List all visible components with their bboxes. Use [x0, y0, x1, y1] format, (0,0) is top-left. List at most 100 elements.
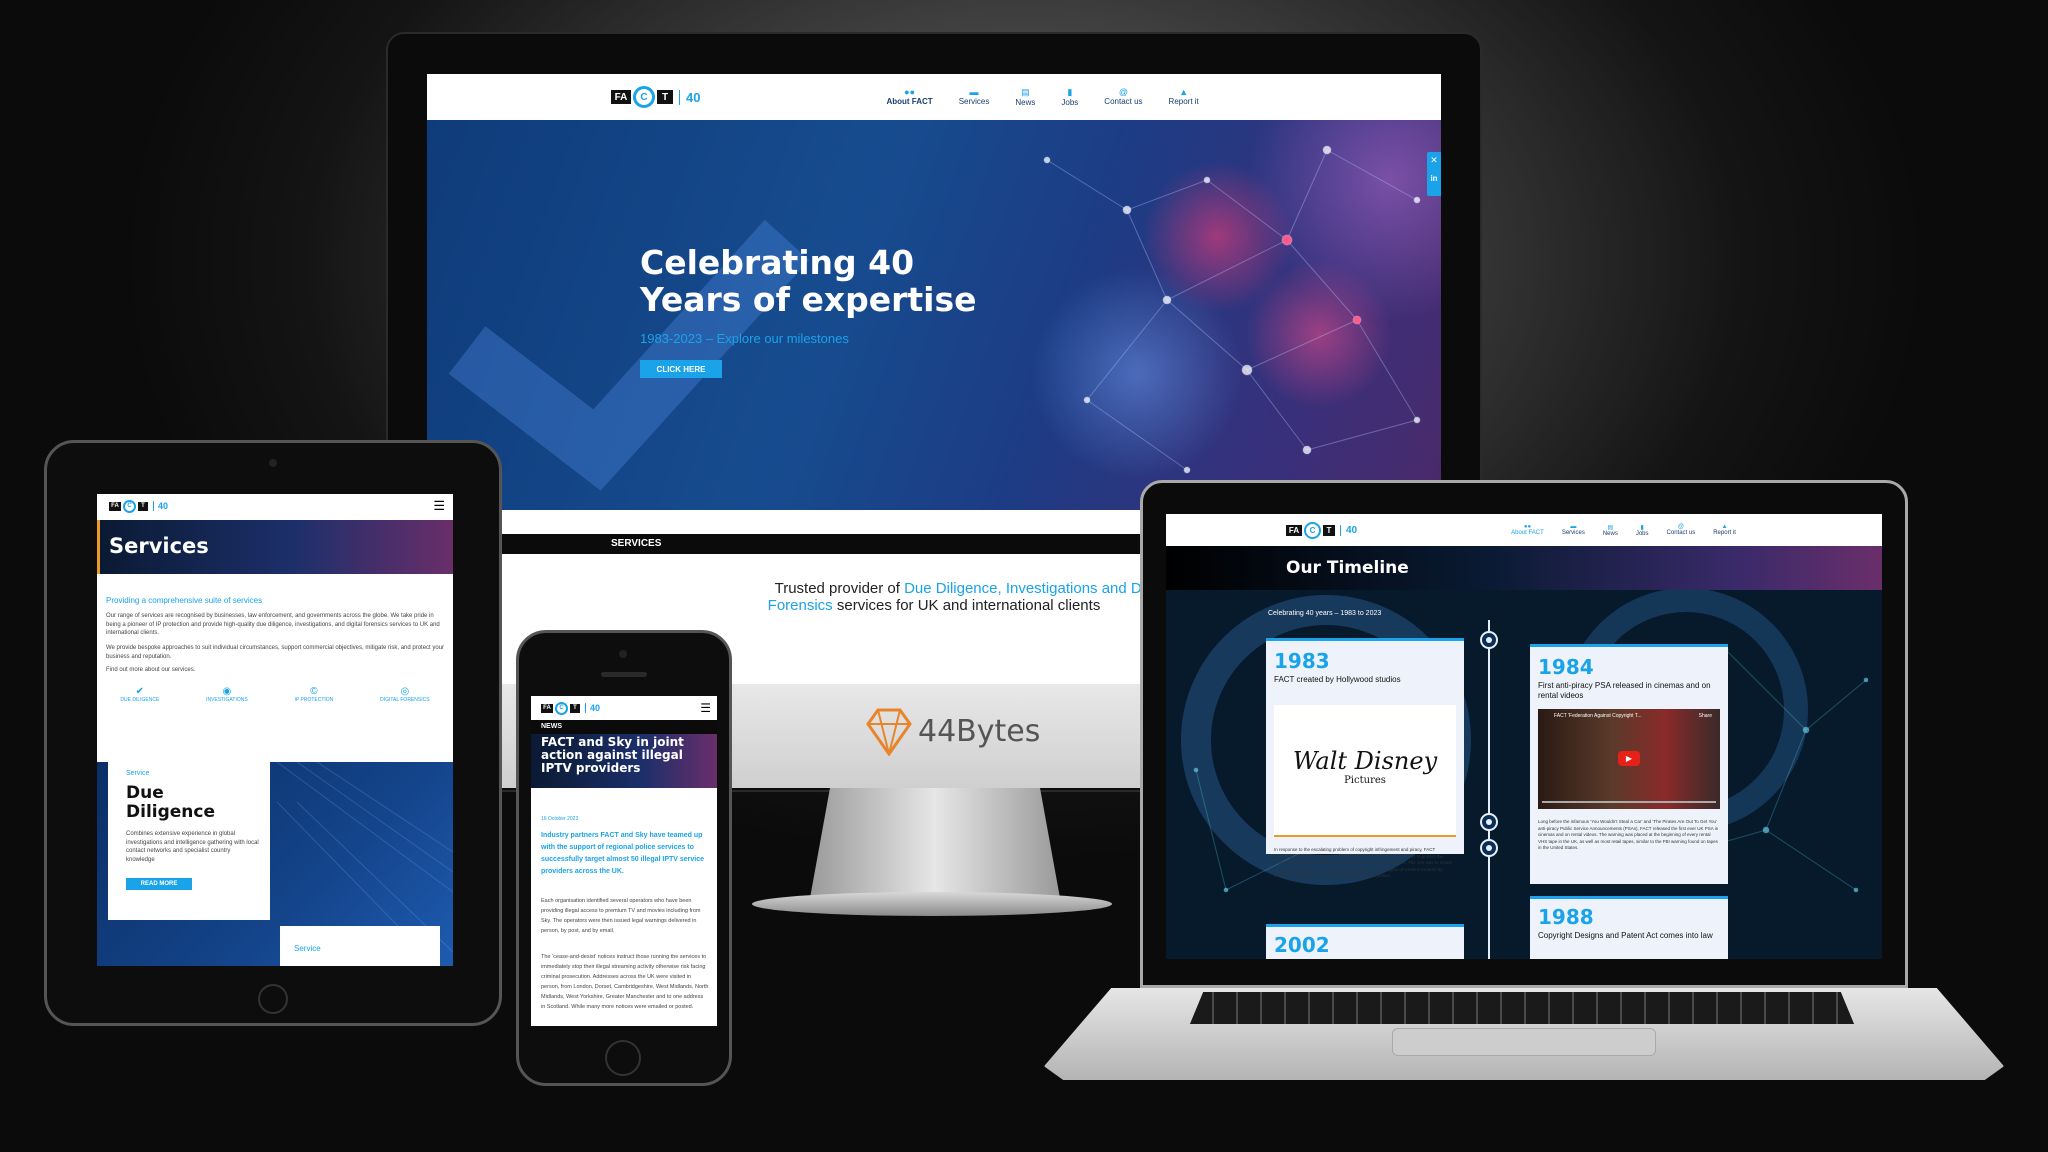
- laptop-screen: FA C T 40 ●● About FACT ▬ Services ▤ News ▮…: [1166, 514, 1882, 959]
- tablet-p1: Our range of services are recognised by …: [106, 613, 440, 637]
- second-service-card: Service: [280, 926, 440, 966]
- news-icon: ▤: [1021, 87, 1030, 97]
- phone-home-button[interactable]: [605, 1040, 641, 1076]
- laptop-nav-menu: ●● About FACT ▬ Services ▤ News ▮ Jobs @ Cont…: [1511, 524, 1736, 537]
- news-date: 16 October 2023: [541, 816, 579, 822]
- nav-contact[interactable]: @ Contact us: [1667, 524, 1696, 537]
- folder-icon: ▬: [969, 87, 979, 97]
- brand-name: 44Bytes: [918, 713, 1041, 749]
- news-p2: The ‘cease-and-desist’ notices instruct …: [541, 954, 709, 1010]
- tablet-navbar: FA C T 40 ☰: [97, 494, 453, 518]
- desktop-navbar: FA C T 40 ●● About FACT ▬ Services ▤ News ▮…: [427, 74, 1441, 120]
- hero-click-button[interactable]: CLICK HERE: [640, 360, 722, 378]
- card-text: Combines extensive experience in global …: [126, 831, 259, 864]
- phone-news-header: NEWS FACT and Sky in joint action agains…: [531, 720, 717, 788]
- card-kicker: Service: [126, 770, 150, 777]
- laptop-keyboard: [1190, 992, 1854, 1024]
- logo-fa: FA: [611, 90, 631, 104]
- video-progress-bar[interactable]: [1542, 801, 1716, 803]
- due-diligence-card: Service Due Diligence Combines extensive…: [108, 746, 270, 920]
- nav-jobs[interactable]: ▮ Jobs: [1061, 87, 1078, 107]
- fact-logo[interactable]: FA C T 40: [541, 701, 600, 715]
- tablet-p3: Find out more about our services.: [106, 667, 196, 673]
- phone-screen: FA C T 40 ☰ NEWS FACT and Sky in joint a…: [531, 696, 717, 1026]
- nav-news[interactable]: ▤ News: [1603, 524, 1618, 537]
- nav-jobs[interactable]: ▮ Jobs: [1636, 524, 1649, 537]
- nav-about[interactable]: ●● About FACT: [886, 87, 932, 107]
- disney-logo-image: Walt Disney Pictures: [1274, 705, 1456, 837]
- youtube-play-icon[interactable]: ▶: [1618, 751, 1640, 766]
- jobs-icon: ▮: [1067, 87, 1073, 97]
- desktop-hero: ✕ in Celebrating 40 Years of expertise 1…: [427, 120, 1441, 510]
- hamburger-menu-icon[interactable]: ☰: [700, 701, 711, 715]
- nav-about[interactable]: ●● About FACT: [1511, 524, 1544, 537]
- nav-contact[interactable]: @ Contact us: [1104, 87, 1142, 107]
- service-due-diligence[interactable]: ✔ DUE DILIGENCE: [120, 686, 159, 703]
- service-digital-forensics[interactable]: ◎ DIGITAL FORENSICS: [380, 686, 429, 703]
- fact-logo[interactable]: FA C T 40: [109, 499, 168, 513]
- jobs-icon: ▮: [1640, 524, 1644, 531]
- desktop-nav-menu: ●● About FACT ▬ Services ▤ News ▮ Jobs @ Cont…: [886, 87, 1198, 107]
- warning-icon: ▲: [1179, 87, 1189, 97]
- service-investigations[interactable]: ◉ INVESTIGATIONS: [206, 686, 248, 703]
- brand-logo: 44Bytes: [866, 706, 1040, 756]
- service-ip-protection[interactable]: © IP PROTECTION: [294, 686, 333, 703]
- logo-t: T: [657, 90, 673, 104]
- timeline-card-1984: 1984 First anti-piracy PSA released in c…: [1530, 644, 1728, 884]
- laptop-navbar: FA C T 40 ●● About FACT ▬ Services ▤ News ▮…: [1166, 514, 1882, 546]
- nav-report[interactable]: ▲ Report it: [1169, 87, 1199, 107]
- news-lead: Industry partners FACT and Sky have team…: [541, 832, 705, 875]
- linkedin-icon[interactable]: in: [1427, 174, 1441, 183]
- tablet-home-button[interactable]: [258, 984, 288, 1014]
- read-more-button[interactable]: READ MORE: [126, 878, 192, 890]
- youtube-video-embed[interactable]: FACT 'Federation Against Copyright T... …: [1538, 709, 1720, 809]
- tablet-header-band: Services: [97, 520, 453, 574]
- news-headline: FACT and Sky in joint action against ill…: [541, 735, 684, 775]
- services-bar-label: SERVICES: [611, 538, 662, 549]
- hamburger-menu-icon[interactable]: ☰: [433, 498, 445, 514]
- twitter-x-icon[interactable]: ✕: [1427, 155, 1441, 166]
- check-icon: ✔: [135, 686, 145, 697]
- laptop-trackpad[interactable]: [1392, 1028, 1656, 1056]
- people-icon: ●●: [904, 87, 916, 97]
- timeline-card-2002: 2002: [1266, 924, 1464, 959]
- diamond-logo-icon: [866, 708, 912, 756]
- tablet-page-title: Services: [109, 534, 209, 558]
- social-sidebar: ✕ in: [1427, 152, 1441, 196]
- card-title: Due Diligence: [126, 783, 216, 822]
- tablet-camera: [269, 459, 277, 467]
- fact-logo[interactable]: FA C T 40: [1286, 521, 1357, 539]
- hero-title: Celebrating 40 Years of expertise: [640, 244, 977, 318]
- nav-services[interactable]: ▬ Services: [1562, 524, 1585, 537]
- laptop-title-band: Our Timeline: [1166, 546, 1882, 590]
- at-icon: @: [1118, 87, 1128, 97]
- hero-subtitle: 1983-2023 – Explore our milestones: [640, 331, 849, 346]
- eye-icon: ◉: [222, 686, 232, 697]
- timeline-subtitle: Celebrating 40 years – 1983 to 2023: [1268, 610, 1382, 617]
- nav-news[interactable]: ▤ News: [1015, 87, 1035, 107]
- hero-title-line2: Years of expertise: [640, 280, 977, 319]
- news-p1: Each organisation identified several ope…: [541, 898, 701, 934]
- tablet-service-icons: ✔ DUE DILIGENCE ◉ INVESTIGATIONS © IP PROTE…: [97, 686, 453, 703]
- tablet-screen: FA C T 40 ☰ Services Providing a compreh…: [97, 494, 453, 966]
- monitor-stand: [810, 788, 1060, 898]
- monitor-base: [752, 892, 1112, 916]
- timeline-card-1983: 1983 FACT created by Hollywood studios W…: [1266, 638, 1464, 878]
- logo-c: C: [633, 86, 655, 108]
- copyright-icon: ©: [310, 686, 318, 697]
- phone-speaker: [601, 672, 647, 677]
- nav-services[interactable]: ▬ Services: [959, 87, 990, 107]
- timeline-title: Our Timeline: [1286, 558, 1409, 578]
- nav-report[interactable]: ▲ Report it: [1713, 524, 1736, 537]
- tablet-p2: We provide bespoke approaches to suit in…: [106, 645, 445, 660]
- fact-logo[interactable]: FA C T 40: [611, 86, 700, 108]
- logo-forty: 40: [679, 89, 700, 105]
- news-tag: NEWS: [531, 720, 717, 734]
- phone-navbar: FA C T 40 ☰: [531, 696, 717, 720]
- news-icon: ▤: [1607, 524, 1614, 531]
- fingerprint-icon: ◎: [400, 686, 410, 697]
- hero-title-line1: Celebrating 40: [640, 243, 915, 282]
- tablet-lead: Providing a comprehensive suite of servi…: [106, 596, 263, 605]
- phone-camera: [619, 650, 627, 658]
- timeline-card-1988: 1988 Copyright Designs and Patent Act co…: [1530, 896, 1728, 959]
